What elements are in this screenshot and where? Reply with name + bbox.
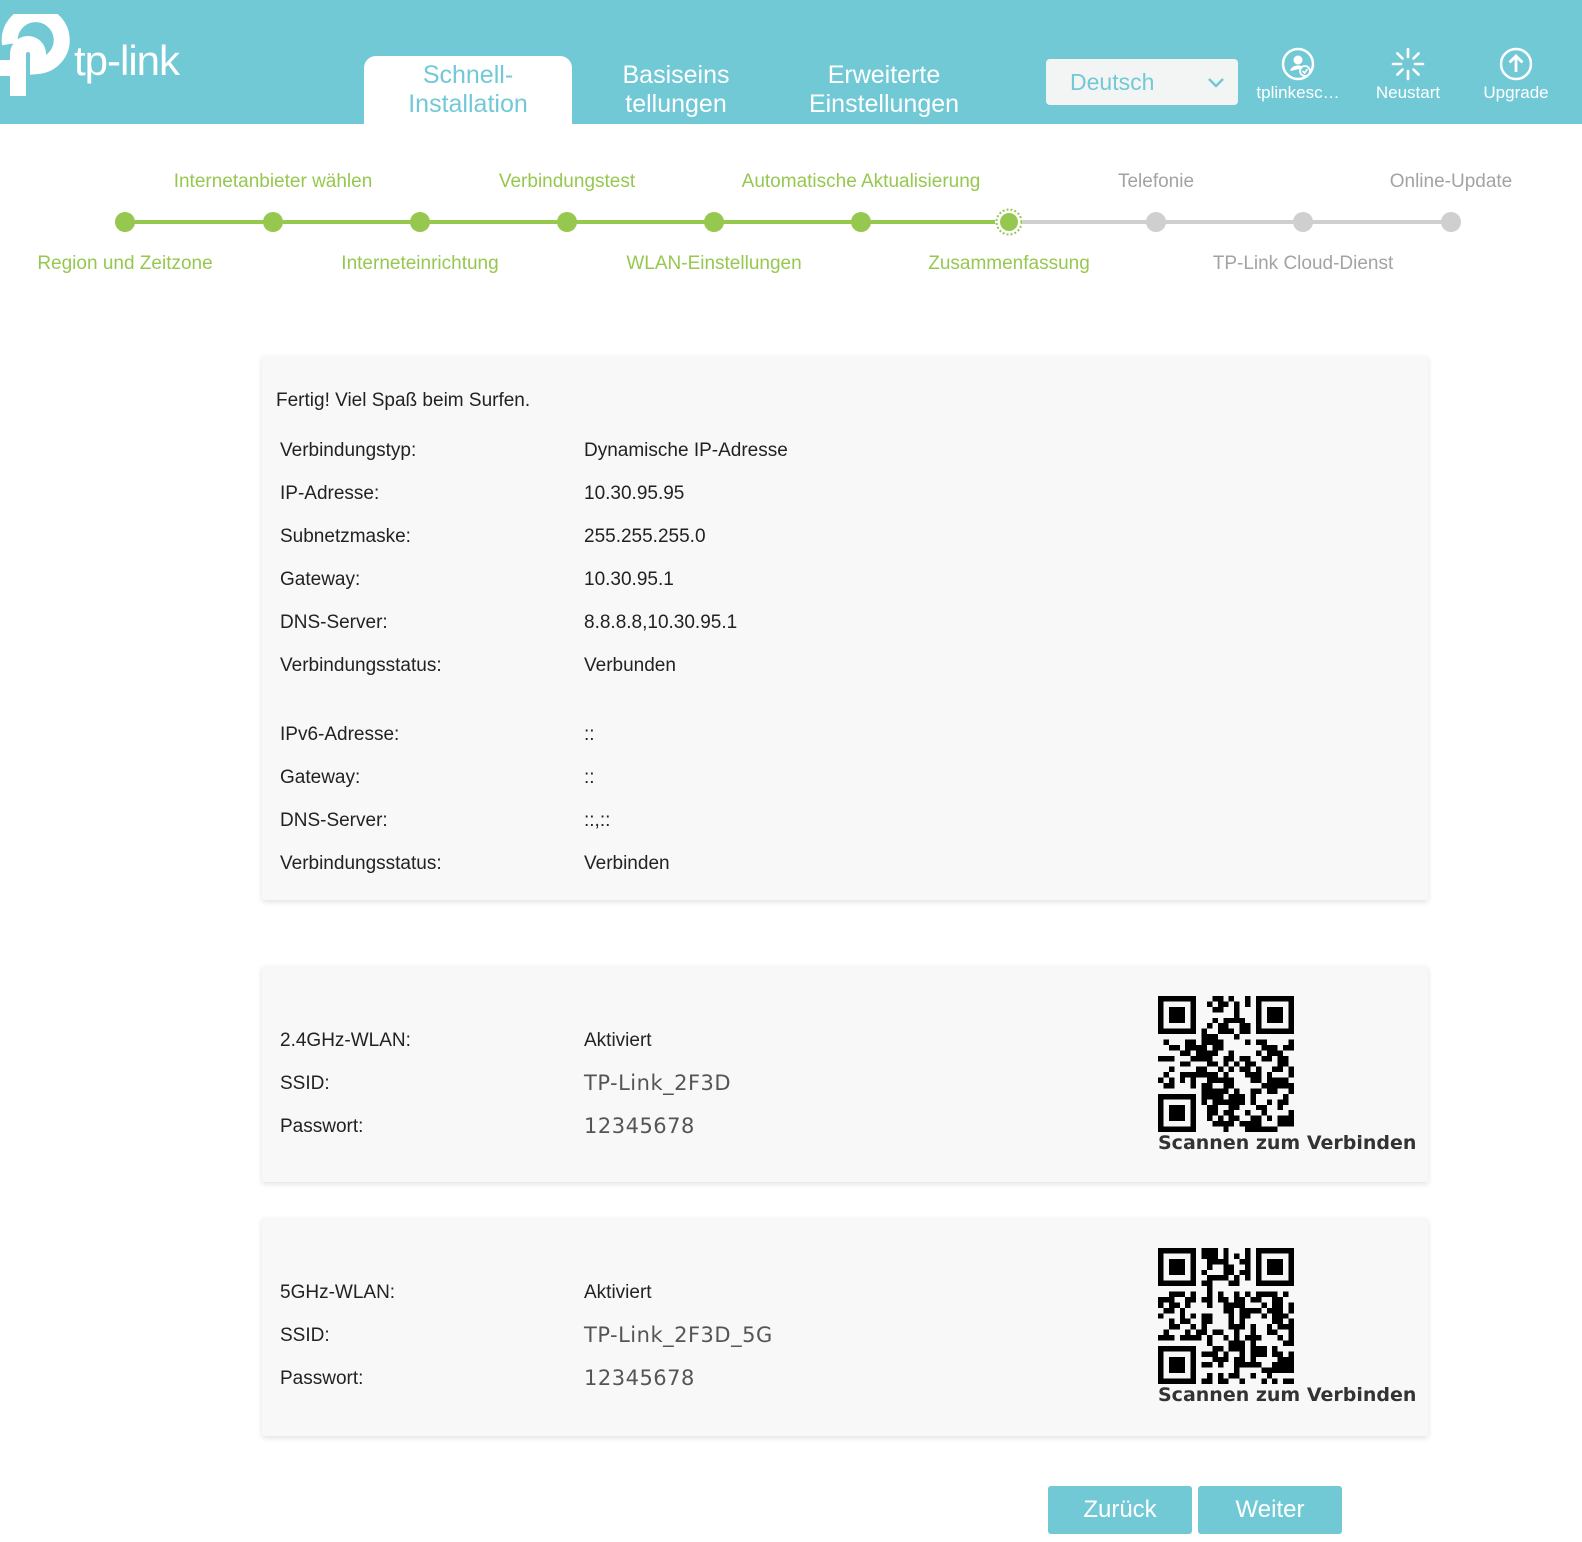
tab-advanced-settings[interactable]: Erweiterte Einstellungen: [780, 56, 988, 124]
row-value: 8.8.8.8,10.30.95.1: [584, 612, 738, 633]
step-dot: [1441, 212, 1461, 232]
ssid-value: TP-Link_2F3D_5G: [584, 1323, 773, 1347]
password-value: 12345678: [584, 1114, 695, 1138]
step-dot: [851, 212, 871, 232]
row-label: Gateway:: [280, 767, 361, 788]
step-label-connection-test: Verbindungstest: [498, 171, 636, 192]
row-value: 10.30.95.95: [584, 483, 685, 504]
row-value: Aktiviert: [584, 1030, 652, 1051]
tab-quick-setup[interactable]: Schnell-Installation: [364, 56, 572, 124]
qr-code-icon: [1158, 1248, 1294, 1384]
row-label: IPv6-Adresse:: [280, 724, 400, 745]
tab-quick-setup-label: Schnell-Installation: [408, 61, 528, 118]
upgrade-label: Upgrade: [1483, 83, 1549, 102]
row-label: 2.4GHz-WLAN:: [280, 1030, 411, 1051]
step-label-region: Region und Zeitzone: [37, 253, 213, 274]
upgrade-arrow-icon: [1499, 47, 1533, 81]
row-label: DNS-Server:: [280, 810, 388, 831]
row-value: ::,::: [584, 810, 611, 831]
row-label: Verbindungsstatus:: [280, 655, 442, 676]
wlan-5ghz-card: 5GHz-WLAN: Aktiviert SSID: TP-Link_2F3D_…: [262, 1218, 1428, 1436]
step-label-cloud: TP-Link Cloud-Dienst: [1212, 253, 1394, 274]
row-label: Gateway:: [280, 569, 361, 590]
row-label: SSID:: [280, 1073, 330, 1094]
step-label-isp: Internetanbieter wählen: [173, 171, 373, 192]
reboot-button[interactable]: Neustart: [1368, 46, 1448, 108]
cloud-account-icon: [1281, 47, 1315, 81]
step-label-online-update: Online-Update: [1389, 171, 1513, 192]
language-value: Deutsch: [1070, 68, 1155, 95]
qr-caption: Scannen zum Verbinden: [1158, 1384, 1417, 1406]
language-select[interactable]: Deutsch: [1046, 59, 1238, 105]
step-label-wlan: WLAN-Einstellungen: [626, 253, 802, 274]
tp-link-logo-icon: [0, 6, 72, 96]
brand-name: tp-link: [74, 37, 180, 84]
upgrade-button[interactable]: Upgrade: [1474, 46, 1558, 108]
row-label: SSID:: [280, 1325, 330, 1346]
row-label: IP-Adresse:: [280, 483, 380, 504]
step-dot: [1146, 212, 1166, 232]
step-dot: [704, 212, 724, 232]
row-label: Subnetzmaske:: [280, 526, 411, 547]
chevron-down-icon: [1208, 78, 1224, 88]
step-dot: [557, 212, 577, 232]
ssid-value: TP-Link_2F3D: [584, 1071, 732, 1095]
summary-card: Fertig! Viel Spaß beim Surfen. Verbindun…: [262, 356, 1428, 900]
row-label: 5GHz-WLAN:: [280, 1282, 396, 1303]
row-value: Verbunden: [584, 655, 676, 676]
row-label: Passwort:: [280, 1116, 364, 1137]
step-dot: [263, 212, 283, 232]
account-button[interactable]: tplinkesc…: [1250, 46, 1346, 108]
qr-block: Scannen zum Verbinden: [1158, 1248, 1417, 1406]
row-label: Passwort:: [280, 1368, 364, 1389]
setup-progress: Region und Zeitzone Internetanbieter wäh…: [0, 150, 1582, 290]
row-value: 255.255.255.0: [584, 526, 706, 547]
summary-intro: Fertig! Viel Spaß beim Surfen.: [276, 390, 531, 411]
qr-code-icon: [1158, 996, 1294, 1132]
tab-basic-settings-label: Basiseinstellungen: [622, 61, 730, 118]
row-label: Verbindungsstatus:: [280, 853, 442, 874]
step-label-internet-setup: Interneteinrichtung: [341, 253, 499, 274]
qr-caption: Scannen zum Verbinden: [1158, 1132, 1417, 1154]
account-label: tplinkesc…: [1256, 83, 1340, 102]
step-label-telephony: Telefonie: [1117, 171, 1195, 192]
row-value: ::: [584, 767, 595, 788]
back-button[interactable]: Zurück: [1048, 1486, 1192, 1534]
password-value: 12345678: [584, 1366, 695, 1390]
row-value: 10.30.95.1: [584, 569, 674, 590]
next-button[interactable]: Weiter: [1198, 1486, 1342, 1534]
wlan-24ghz-card: 2.4GHz-WLAN: Aktiviert SSID: TP-Link_2F3…: [262, 966, 1428, 1182]
reboot-icon: [1391, 47, 1425, 81]
row-label: DNS-Server:: [280, 612, 388, 633]
step-dot: [410, 212, 430, 232]
progress-track-pending: [1009, 220, 1451, 224]
row-value: ::: [584, 724, 595, 745]
reboot-label: Neustart: [1375, 83, 1441, 102]
step-dot-current: [995, 208, 1023, 236]
qr-block: Scannen zum Verbinden: [1158, 996, 1417, 1154]
tab-advanced-settings-label: Erweiterte Einstellungen: [808, 61, 960, 118]
row-value: Dynamische IP-Adresse: [584, 440, 788, 461]
row-value: Aktiviert: [584, 1282, 652, 1303]
step-label-auto-update: Automatische Aktualisierung: [741, 171, 981, 192]
step-dot: [1293, 212, 1313, 232]
step-dot: [115, 212, 135, 232]
top-header: tp-link Schnell-Installation Basiseinste…: [0, 0, 1582, 124]
row-value: Verbinden: [584, 853, 670, 874]
row-label: Verbindungstyp:: [280, 440, 417, 461]
step-label-summary: Zusammenfassung: [928, 253, 1090, 274]
tab-basic-settings[interactable]: Basiseinstellungen: [572, 56, 780, 124]
